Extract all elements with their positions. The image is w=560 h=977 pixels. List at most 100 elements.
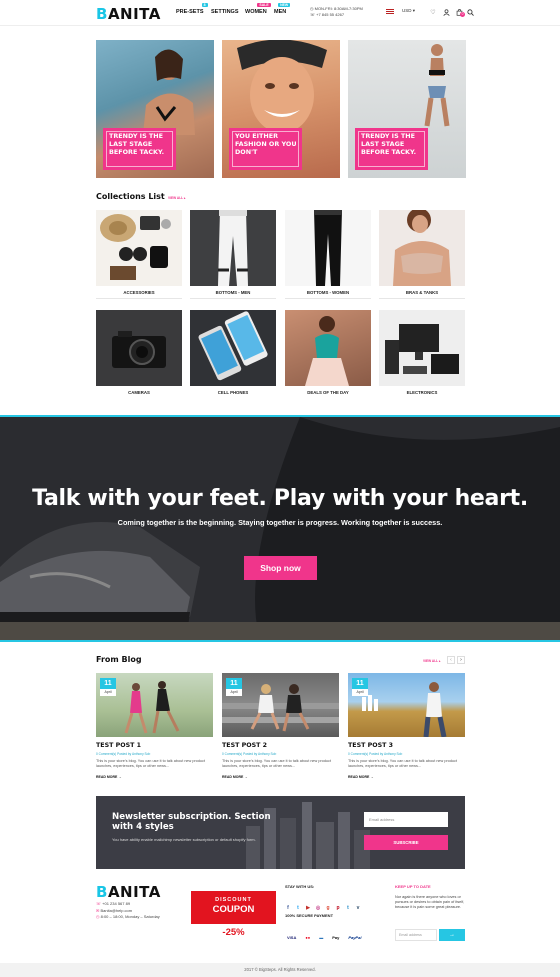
collection-deals-of-the-day[interactable] <box>285 310 371 386</box>
collection-label: ACCESSORIES <box>123 290 155 295</box>
blog-view-all-link[interactable]: VIEW ALL ▸ <box>423 659 441 663</box>
post-excerpt: This is your store's blog. You can use i… <box>348 759 457 768</box>
phones-image <box>198 311 268 381</box>
newsletter-email-input[interactable]: Email address <box>364 812 448 827</box>
nav-women[interactable]: WOMEN SALE <box>245 3 271 15</box>
logo[interactable]: BANITA <box>96 5 161 23</box>
post-title[interactable]: TEST POST 2 <box>222 742 267 749</box>
post-meta: 0 Comment(s) Posted by Anthony Sob <box>222 752 277 756</box>
deals-model-image <box>305 316 349 386</box>
nav-badge: NEW <box>278 3 291 7</box>
subscribe-button[interactable]: SUBSCRIBE <box>364 835 448 850</box>
collection-label: DEALS OF THE DAY <box>307 390 349 395</box>
footer-contact: ☏ +01 234 567 89 ✉ Banita@help.com ◷ 8:0… <box>96 901 160 921</box>
read-more-link[interactable]: READ MORE → <box>96 775 122 779</box>
hero-photo-runner <box>424 44 450 127</box>
paypal-icon: PayPal <box>348 935 362 940</box>
pinterest-icon[interactable]: p <box>335 905 341 911</box>
amex-icon: ▬ <box>319 935 324 940</box>
collection-cameras[interactable] <box>96 310 182 386</box>
post-title[interactable]: TEST POST 1 <box>96 742 141 749</box>
divider <box>285 298 371 299</box>
collection-cell-phones[interactable] <box>190 310 276 386</box>
divider <box>379 298 465 299</box>
bra-model-image <box>393 210 451 286</box>
shop-now-button[interactable]: Shop now <box>244 556 317 580</box>
user-icon[interactable] <box>442 8 450 16</box>
instagram-icon[interactable]: ◎ <box>315 905 321 911</box>
vk-icon[interactable]: v <box>355 905 361 911</box>
header-divider <box>0 25 560 26</box>
collection-electronics[interactable] <box>379 310 465 386</box>
banner-subline: Coming together is the beginning. Stayin… <box>117 518 443 527</box>
collection-label: BOTTOMS - WOMEN <box>306 290 350 295</box>
collection-bottoms-men[interactable] <box>190 210 276 286</box>
collections-view-all-link[interactable]: VIEW ALL ▸ <box>168 196 186 200</box>
nav-badge: SALE <box>257 3 271 7</box>
nav-men[interactable]: MEN NEW <box>274 3 291 15</box>
youtube-icon[interactable]: ▶ <box>305 905 311 911</box>
keep-up-text: Nor again is there anyone who loves or p… <box>395 895 465 910</box>
secure-payment-title: 100% SECURE PAYMENT <box>285 913 334 918</box>
collection-label: CELL PHONES <box>217 390 249 395</box>
hero-tile-2[interactable]: YOU EITHER FASHION OR YOU DON'T <box>222 40 340 178</box>
apple-pay-icon: Pay <box>332 935 340 940</box>
collection-label: ELECTRONICS <box>406 390 438 395</box>
collection-label: CAMERAS <box>128 390 150 395</box>
nav-pre-sets[interactable]: PRE-SETS 8 <box>176 3 208 15</box>
copyright: 2017 © BigSteps. All Rights Reserved. <box>0 963 560 977</box>
blog-post-image[interactable]: 11 April <box>96 673 213 737</box>
blog-post-image[interactable]: 11 April <box>222 673 339 737</box>
google-plus-icon[interactable]: g <box>325 905 331 911</box>
heart-icon[interactable]: ♡ <box>429 8 437 16</box>
hero-tile-3[interactable]: TRENDY IS THE LAST STAGE BEFORE TACKY. <box>348 40 466 178</box>
hero-tile-1[interactable]: TRENDY IS THE LAST STAGE BEFORE TACKY. <box>96 40 214 178</box>
cart-count-badge: 0 <box>460 12 465 17</box>
post-date-badge: 11 April <box>352 678 368 696</box>
hero-caption: TRENDY IS THE LAST STAGE BEFORE TACKY. <box>103 128 176 170</box>
blog-title: From Blog <box>96 655 142 664</box>
read-more-link[interactable]: READ MORE → <box>348 775 374 779</box>
collection-bras-tanks[interactable] <box>379 210 465 286</box>
collection-label: BOTTOMS - MEN <box>215 290 251 295</box>
collection-label: BRAS & TANKS <box>405 290 439 295</box>
twitter-icon[interactable]: t <box>295 905 301 911</box>
search-icon[interactable] <box>466 8 474 16</box>
blog-post-image[interactable]: 11 April <box>348 673 465 737</box>
facebook-icon[interactable]: f <box>285 905 291 911</box>
post-title[interactable]: TEST POST 3 <box>348 742 393 749</box>
store-phone: ☏ +7 845 55 4267 <box>310 12 345 17</box>
blog-next-arrow-icon[interactable]: › <box>457 656 465 664</box>
footer-subscribe-arrow-icon[interactable]: → <box>439 929 465 941</box>
collection-bottoms-women[interactable] <box>285 210 371 286</box>
footer-logo[interactable]: BANITA <box>96 883 161 901</box>
flag-icon[interactable] <box>386 9 394 14</box>
payment-methods: VISA ●● ▬ Pay PayPal <box>287 926 370 944</box>
accessories-image <box>100 214 171 280</box>
collection-accessories[interactable] <box>96 210 182 286</box>
coupon-label-top: DISCOUNT <box>215 897 252 903</box>
city-skyline-image <box>246 802 370 869</box>
nav-settings[interactable]: SETTINGS <box>211 9 239 15</box>
newsletter-text: You have ability enable mailchimp newsle… <box>112 837 256 842</box>
divider <box>96 298 182 299</box>
post-meta: 0 Comment(s) Posted by Anthony Sob <box>348 752 403 756</box>
discount-coupon[interactable]: DISCOUNT COUPON -25% <box>191 891 276 941</box>
currency-select[interactable]: USD ▾ <box>402 8 415 14</box>
footer-email-input[interactable]: Email address <box>395 929 437 941</box>
blog-prev-arrow-icon[interactable]: ‹ <box>447 656 455 664</box>
post-date-badge: 11 April <box>226 678 242 696</box>
promo-banner: Talk with your feet. Play with your hear… <box>0 415 560 642</box>
coupon-label-main: COUPON <box>212 904 255 915</box>
visa-icon: VISA <box>287 935 297 940</box>
tumblr-icon[interactable]: t <box>345 905 351 911</box>
mastercard-icon: ●● <box>305 935 311 940</box>
footer-hours: ◷ 8:00 – 18:00, Monday – Saturday <box>96 914 160 919</box>
collections-title: Collections List <box>96 192 165 201</box>
store-hours: ◷ MON-FRI: 8:30AM-7:30PM <box>310 6 363 11</box>
stay-with-us-title: STAY WITH US: <box>285 884 315 889</box>
post-excerpt: This is your store's blog. You can use i… <box>96 759 205 768</box>
banner-background-image <box>0 417 560 640</box>
read-more-link[interactable]: READ MORE → <box>222 775 248 779</box>
camera-image <box>112 331 166 368</box>
